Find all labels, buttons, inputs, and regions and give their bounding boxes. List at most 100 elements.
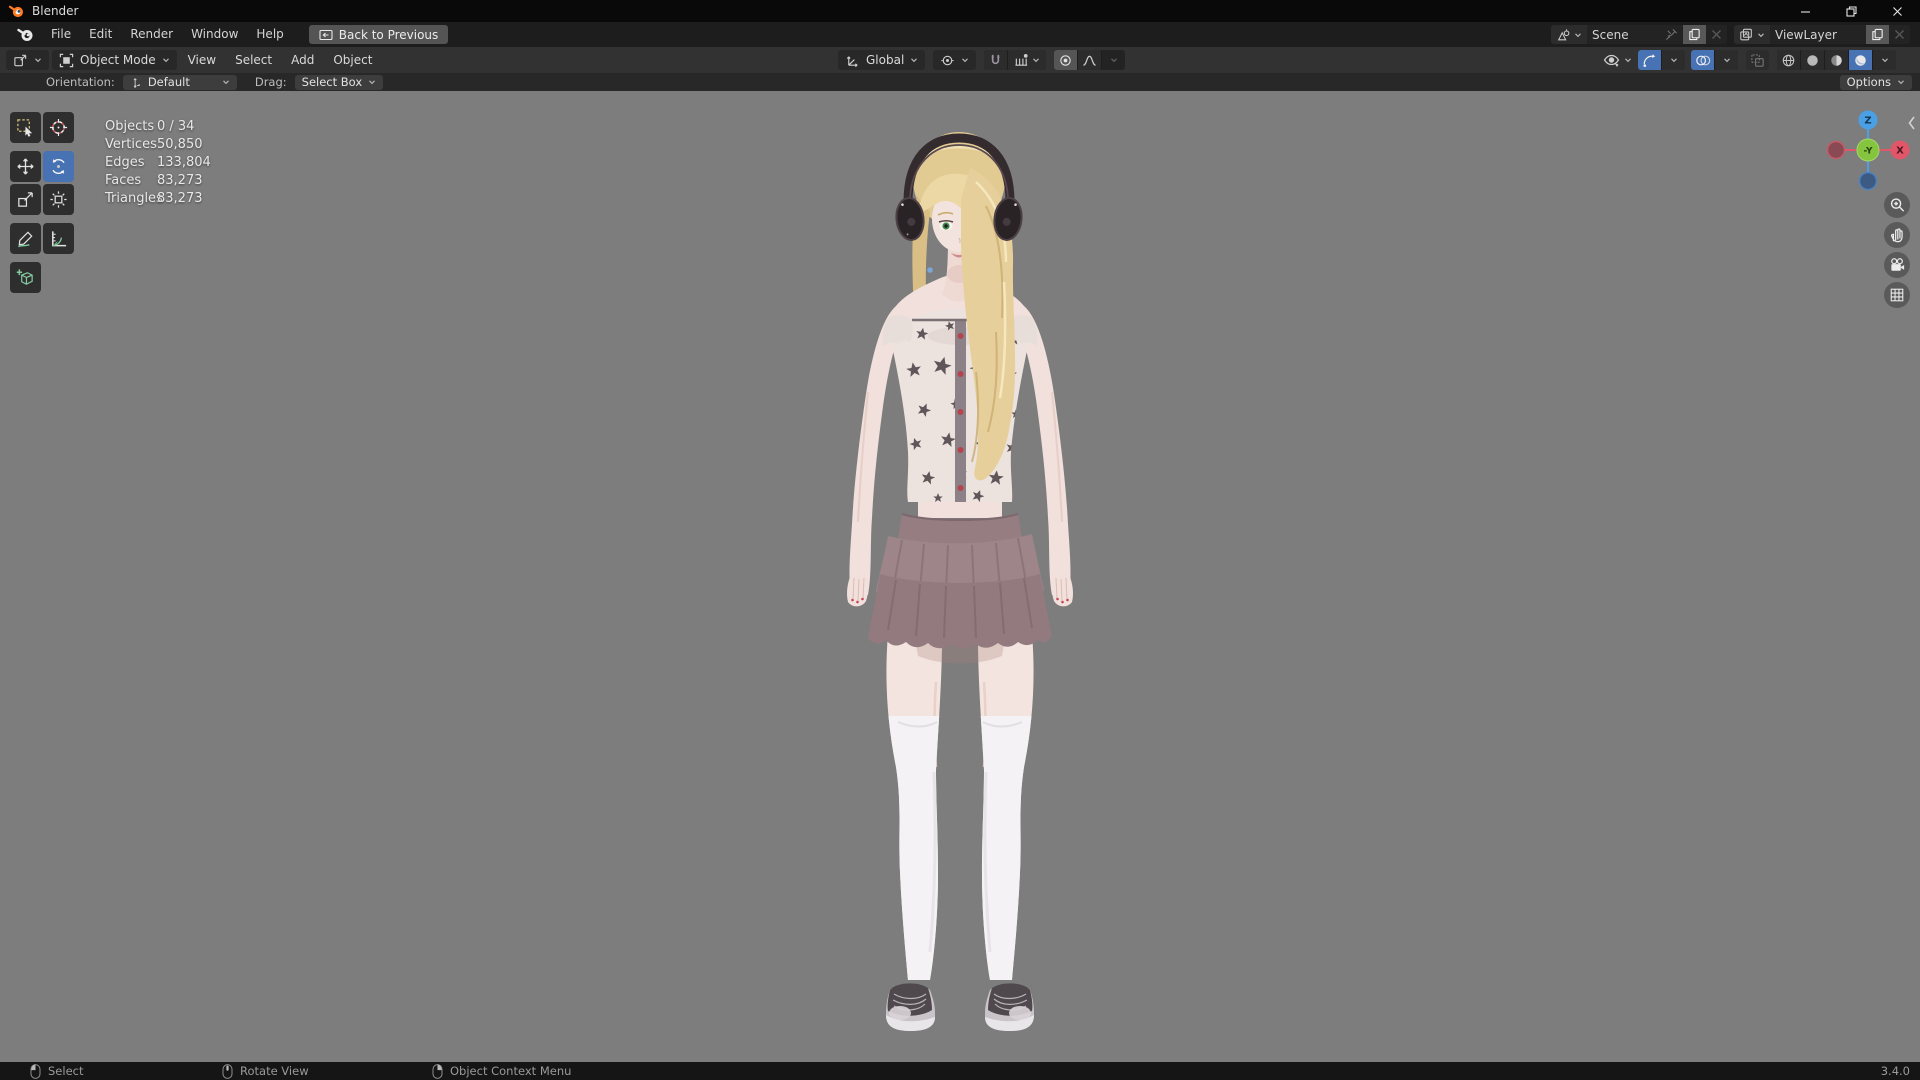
minimize-button[interactable]: [1782, 0, 1828, 22]
hint-select: Select: [30, 1062, 83, 1080]
stat-edges: Edges133,804: [105, 154, 211, 172]
pan-button[interactable]: [1884, 222, 1910, 248]
magnet-icon: [988, 53, 1003, 68]
blender-logo-icon[interactable]: [17, 28, 34, 42]
zoom-button[interactable]: [1884, 192, 1910, 218]
proportional-editing-icon: [1058, 53, 1073, 68]
view-layer-selector: ViewLayer: [1734, 25, 1910, 44]
stat-objects: Objects0 / 34: [105, 118, 211, 136]
pin-icon[interactable]: [1665, 28, 1678, 41]
mouse-left-icon: [30, 1064, 41, 1079]
chevron-down-icon: [1670, 57, 1678, 63]
scene-new-copy-button[interactable]: [1683, 25, 1706, 44]
object-mode-icon: [59, 53, 74, 68]
camera-view-button[interactable]: [1884, 252, 1910, 278]
view-layer-remove-button[interactable]: [1889, 25, 1910, 44]
wireframe-shading-icon: [1781, 53, 1796, 68]
orientation-dropdown[interactable]: Default: [123, 75, 237, 90]
menu-select[interactable]: Select: [227, 50, 280, 70]
back-screen-icon: [319, 29, 333, 41]
earring: [927, 267, 933, 273]
menu-edit[interactable]: Edit: [80, 24, 121, 45]
transform-orientation-dropdown[interactable]: Global: [838, 50, 925, 70]
pivot-point-dropdown[interactable]: [933, 50, 976, 70]
tool-move[interactable]: [10, 151, 41, 182]
gizmos-controls: [1638, 50, 1685, 70]
duplicate-icon: [1688, 28, 1701, 41]
overlays-dropdown[interactable]: [1715, 50, 1738, 70]
shading-wireframe-button[interactable]: [1777, 50, 1800, 70]
gizmos-dropdown[interactable]: [1662, 50, 1685, 70]
chevron-down-icon: [368, 79, 376, 85]
view-layer-new-button[interactable]: [1866, 25, 1889, 44]
menu-help[interactable]: Help: [247, 24, 292, 45]
show-overlays-toggle[interactable]: [1691, 50, 1714, 70]
axis-minus-x-handle[interactable]: [1828, 142, 1845, 159]
options-button[interactable]: Options: [1840, 75, 1912, 90]
rotate-icon: [49, 157, 68, 176]
menu-render[interactable]: Render: [121, 24, 182, 45]
proportional-editing-controls: [1054, 50, 1125, 70]
scene-name-field[interactable]: Scene: [1587, 25, 1683, 44]
menu-view[interactable]: View: [180, 50, 224, 70]
menu-add[interactable]: Add: [283, 50, 322, 70]
shading-dropdown[interactable]: [1873, 50, 1896, 70]
drag-dropdown[interactable]: Select Box: [295, 75, 384, 90]
axis-z-label: Z: [1864, 116, 1871, 127]
shading-rendered-button[interactable]: [1849, 50, 1872, 70]
restore-button[interactable]: [1828, 0, 1874, 22]
view-layer-browse-button[interactable]: [1734, 25, 1770, 44]
menu-object[interactable]: Object: [325, 50, 380, 70]
orientation-label: Orientation:: [46, 75, 115, 89]
cursor-icon: [49, 118, 68, 137]
sidebar-collapse-arrow[interactable]: [1907, 115, 1916, 131]
object-visibility-dropdown[interactable]: [1603, 53, 1632, 68]
shading-solid-button[interactable]: [1801, 50, 1824, 70]
add-cube-icon: [16, 268, 35, 287]
tool-transform[interactable]: [43, 184, 74, 215]
menu-window[interactable]: Window: [182, 24, 247, 45]
stat-triangles: Triangles83,273: [105, 190, 211, 208]
snap-toggle[interactable]: [984, 50, 1007, 70]
proportional-editing-toggle[interactable]: [1054, 50, 1077, 70]
back-to-previous-button[interactable]: Back to Previous: [309, 25, 449, 44]
character-skirt: [868, 514, 1052, 649]
toggle-perspective-button[interactable]: [1884, 282, 1910, 308]
grid-icon: [1889, 287, 1905, 303]
measure-icon: [49, 229, 68, 248]
snap-target-dropdown[interactable]: [1008, 50, 1046, 70]
visibility-eye-icon: [1603, 53, 1620, 68]
menu-file[interactable]: File: [42, 24, 80, 45]
overlays-icon: [1695, 53, 1711, 68]
shading-material-button[interactable]: [1825, 50, 1848, 70]
scene-browse-button[interactable]: [1551, 25, 1587, 44]
tool-rotate[interactable]: [43, 151, 74, 182]
view-layer-name-field[interactable]: ViewLayer: [1770, 25, 1866, 44]
navigation-axis-gizmo[interactable]: Z X -Y: [1823, 100, 1913, 200]
tool-measure[interactable]: [43, 223, 74, 254]
show-gizmos-toggle[interactable]: [1638, 50, 1661, 70]
tool-add-cube[interactable]: [10, 262, 41, 293]
scene-unlink-button[interactable]: [1706, 25, 1727, 44]
proportional-falloff-dropdown[interactable]: [1078, 50, 1101, 70]
axis-minus-z-handle[interactable]: [1860, 173, 1877, 190]
viewport-canvas[interactable]: Objects0 / 34 Vertices50,850 Edges133,80…: [0, 91, 1920, 1062]
material-preview-icon: [1829, 53, 1844, 68]
snap-increment-icon: [1014, 53, 1029, 68]
scene-icon: [1556, 28, 1571, 42]
solid-shading-icon: [1805, 53, 1820, 68]
annotate-icon: [16, 229, 35, 248]
editor-type-button[interactable]: [6, 50, 49, 70]
tool-select-box[interactable]: [10, 112, 41, 143]
blender-version: 3.4.0: [1881, 1062, 1910, 1080]
character-shoes: [886, 983, 1034, 1031]
tool-cursor[interactable]: [43, 112, 74, 143]
xray-toggle[interactable]: [1746, 50, 1769, 70]
falloff-chevron-button[interactable]: [1102, 50, 1125, 70]
tool-scale[interactable]: [10, 184, 41, 215]
chevron-down-icon: [162, 57, 170, 63]
magnifier-plus-icon: [1889, 197, 1906, 214]
close-button[interactable]: [1874, 0, 1920, 22]
tool-annotate[interactable]: [10, 223, 41, 254]
mode-dropdown[interactable]: Object Mode: [52, 50, 177, 70]
